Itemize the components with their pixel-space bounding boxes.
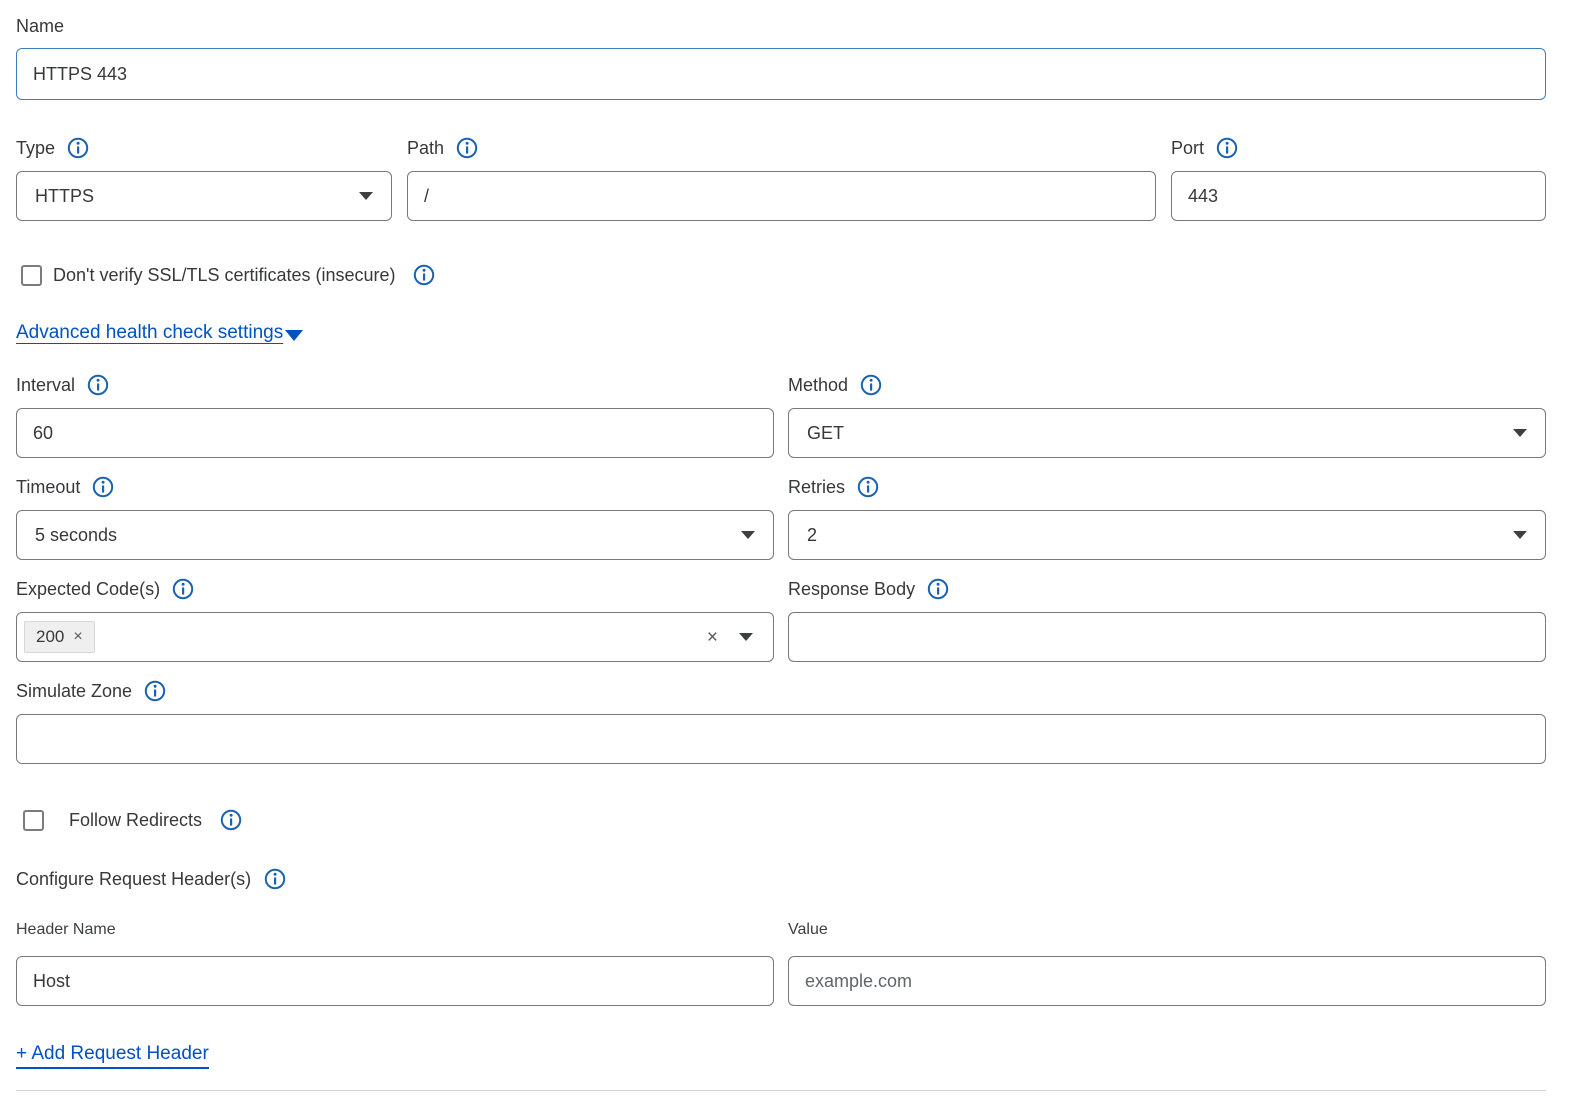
method-select[interactable]: GET	[788, 408, 1546, 458]
request-headers-info-icon[interactable]	[264, 868, 286, 890]
ssl-verify-info-icon[interactable]	[413, 264, 435, 286]
field-method: Method GET	[788, 374, 1546, 458]
chevron-down-icon	[285, 330, 303, 341]
add-request-header-link[interactable]: + Add Request Header	[16, 1043, 209, 1069]
request-headers-heading-row: Configure Request Header(s)	[16, 868, 1546, 890]
ssl-verify-label: Don't verify SSL/TLS certificates (insec…	[53, 265, 396, 286]
retries-info-icon[interactable]	[857, 476, 879, 498]
chevron-down-icon	[1513, 531, 1527, 539]
header-value-input[interactable]	[788, 956, 1546, 1006]
field-name: Name	[16, 16, 1546, 100]
expected-codes-info-icon[interactable]	[172, 578, 194, 600]
name-label: Name	[16, 16, 64, 37]
type-label: Type	[16, 138, 55, 159]
method-label: Method	[788, 375, 848, 396]
simulate-zone-input[interactable]	[16, 714, 1546, 764]
field-retries: Retries 2	[788, 476, 1546, 560]
port-info-icon[interactable]	[1216, 137, 1238, 159]
retries-select-value: 2	[807, 525, 817, 546]
interval-info-icon[interactable]	[87, 374, 109, 396]
field-response-body: Response Body	[788, 578, 1546, 662]
code-tag-value: 200	[36, 627, 64, 647]
header-value-label: Value	[788, 921, 828, 939]
response-body-label: Response Body	[788, 579, 915, 600]
request-headers-heading: Configure Request Header(s)	[16, 869, 251, 890]
field-header-value: Value	[788, 921, 1546, 1006]
field-simulate-zone: Simulate Zone	[16, 680, 1546, 764]
chevron-down-icon	[741, 531, 755, 539]
code-tag: 200 ×	[24, 621, 95, 653]
response-body-info-icon[interactable]	[927, 578, 949, 600]
health-check-form: Name Type HTTPS Path	[0, 0, 1570, 1091]
header-name-input[interactable]	[16, 956, 774, 1006]
method-select-value: GET	[807, 423, 844, 444]
retries-label: Retries	[788, 477, 845, 498]
field-expected-codes: Expected Code(s) 200 × ×	[16, 578, 774, 662]
clear-all-icon[interactable]: ×	[707, 628, 718, 647]
field-type: Type HTTPS	[16, 137, 392, 221]
expected-codes-label: Expected Code(s)	[16, 579, 160, 600]
field-header-name: Header Name	[16, 921, 774, 1006]
add-header-row: + Add Request Header	[16, 1043, 209, 1065]
ssl-verify-checkbox[interactable]	[21, 265, 42, 286]
path-info-icon[interactable]	[456, 137, 478, 159]
timeout-label: Timeout	[16, 477, 80, 498]
timeout-select[interactable]: 5 seconds	[16, 510, 774, 560]
section-divider	[16, 1090, 1546, 1091]
chevron-down-icon	[359, 192, 373, 200]
header-row: Header Name Value	[16, 921, 1546, 1006]
field-path: Path	[407, 137, 1156, 221]
port-label: Port	[1171, 138, 1204, 159]
type-info-icon[interactable]	[67, 137, 89, 159]
type-select-value: HTTPS	[35, 186, 94, 207]
advanced-settings-row: Advanced health check settings	[16, 322, 1546, 344]
simulate-zone-label: Simulate Zone	[16, 681, 132, 702]
chevron-down-icon	[1513, 429, 1527, 437]
interval-method-row: Interval Method GET	[16, 374, 1546, 458]
field-timeout: Timeout 5 seconds	[16, 476, 774, 560]
retries-select[interactable]: 2	[788, 510, 1546, 560]
field-port: Port	[1171, 137, 1546, 221]
chevron-down-icon[interactable]	[739, 633, 753, 641]
header-name-label: Header Name	[16, 921, 116, 939]
path-input[interactable]	[407, 171, 1156, 221]
interval-label: Interval	[16, 375, 75, 396]
method-info-icon[interactable]	[860, 374, 882, 396]
interval-input[interactable]	[16, 408, 774, 458]
port-input[interactable]	[1171, 171, 1546, 221]
remove-tag-icon[interactable]: ×	[73, 628, 82, 646]
field-interval: Interval	[16, 374, 774, 458]
type-path-port-row: Type HTTPS Path Port	[16, 137, 1546, 221]
ssl-verify-checkbox-row: Don't verify SSL/TLS certificates (insec…	[16, 264, 1546, 286]
follow-redirects-info-icon[interactable]	[220, 809, 242, 831]
follow-redirects-checkbox[interactable]	[23, 810, 44, 831]
codes-body-row: Expected Code(s) 200 × × Response Body	[16, 578, 1546, 662]
advanced-settings-link[interactable]: Advanced health check settings	[16, 322, 283, 344]
type-select[interactable]: HTTPS	[16, 171, 392, 221]
timeout-select-value: 5 seconds	[35, 525, 117, 546]
response-body-input[interactable]	[788, 612, 1546, 662]
follow-redirects-label: Follow Redirects	[69, 810, 202, 831]
simulate-zone-info-icon[interactable]	[144, 680, 166, 702]
path-label: Path	[407, 138, 444, 159]
timeout-retries-row: Timeout 5 seconds Retries 2	[16, 476, 1546, 560]
timeout-info-icon[interactable]	[92, 476, 114, 498]
name-input[interactable]	[16, 48, 1546, 100]
follow-redirects-row: Follow Redirects	[16, 809, 1546, 831]
expected-codes-multiselect[interactable]: 200 × ×	[16, 612, 774, 662]
